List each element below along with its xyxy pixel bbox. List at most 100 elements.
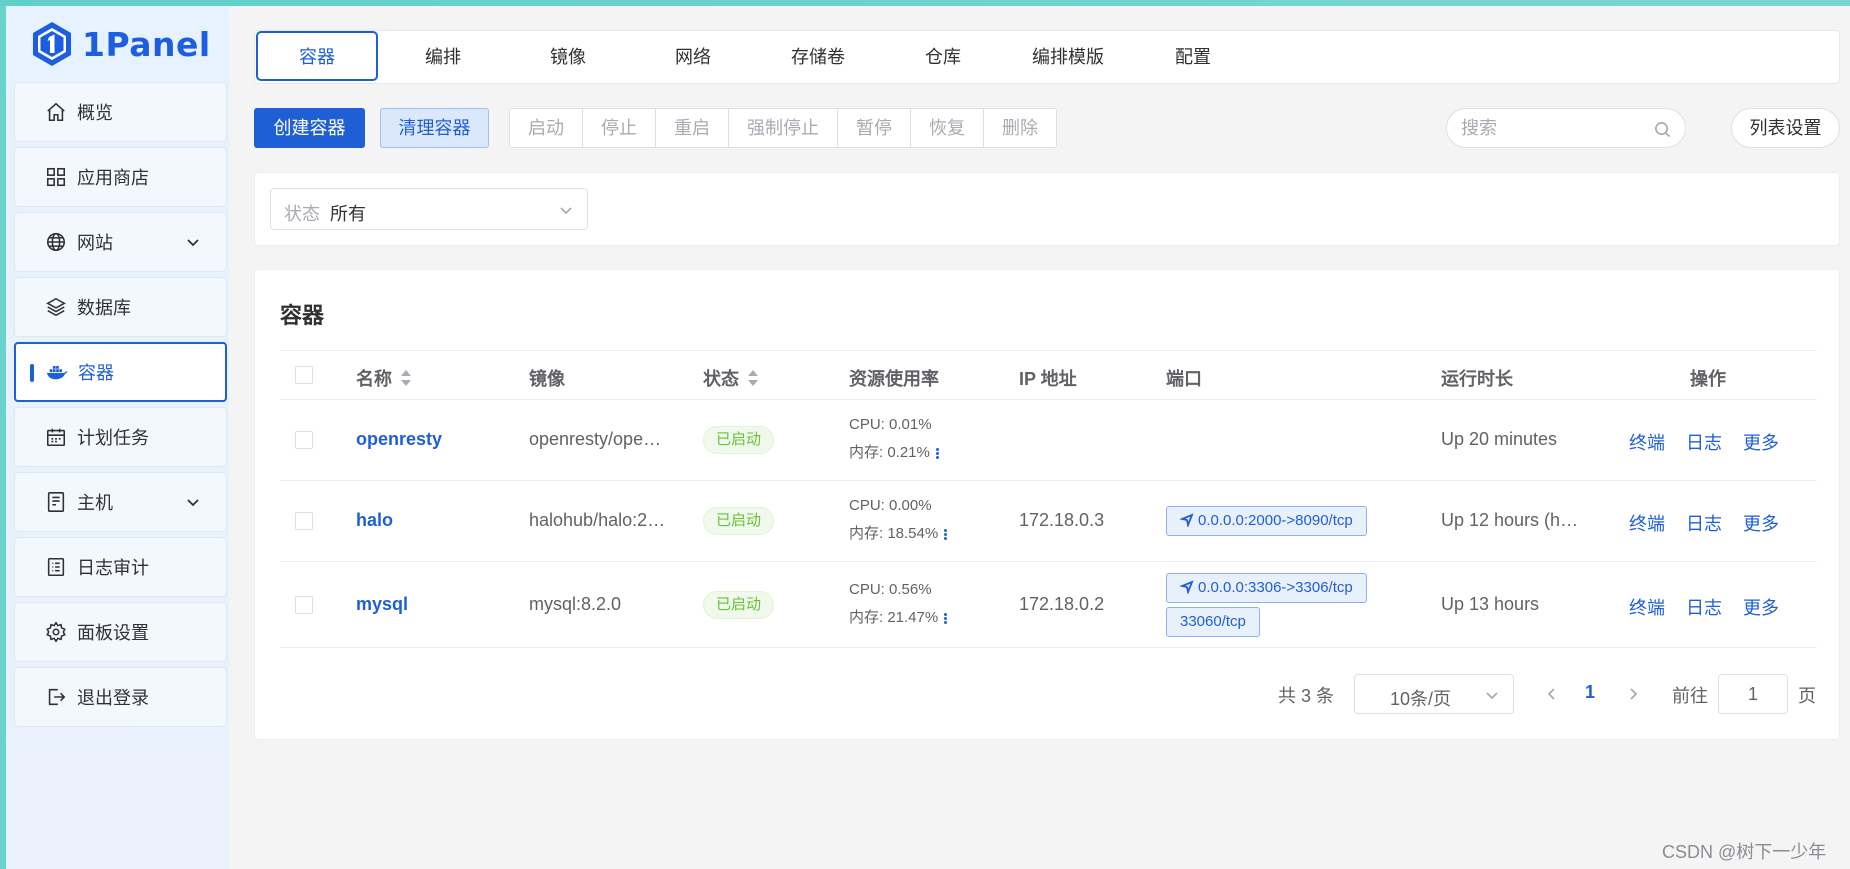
page-number-current[interactable]: 1 [1585,682,1595,703]
table-row: mysql mysql:8.2.0 已启动 CPU: 0.56% 内存: 21.… [280,562,1817,648]
table-row: halo halohub/halo:2… 已启动 CPU: 0.00% 内存: … [280,481,1817,562]
container-image: halohub/halo:2… [529,510,666,530]
sidebar-item-label: 主机 [77,493,113,513]
table-header: 名称 镜像 状态 资源使用率 IP 地址 端口 运行时长 操作 [280,350,1817,400]
select-all-checkbox[interactable] [295,366,313,384]
search-input[interactable] [1461,117,1651,139]
sort-icon[interactable] [400,369,412,387]
status-filter-select[interactable]: 状态 所有 [270,188,588,230]
cpu-usage: CPU: 0.56% [849,581,932,598]
logs-link[interactable]: 日志 [1686,594,1722,620]
column-header-label: 镜像 [529,369,565,389]
column-header-name[interactable]: 名称 [356,365,412,391]
row-checkbox[interactable] [295,596,313,614]
sidebar-item-website[interactable]: 网站 [14,212,227,272]
sidebar-item-log-audit[interactable]: 日志审计 [14,537,227,597]
more-link[interactable]: 更多 [1743,594,1779,620]
tab-volumes[interactable]: 存储卷 [757,32,879,82]
status-filter-value: 所有 [330,204,366,224]
page-size-select[interactable]: 10条/页 [1354,674,1514,714]
resource-usage: CPU: 0.56% 内存: 21.47% [849,576,948,632]
tab-compose[interactable]: 编排 [382,32,504,82]
sort-icon[interactable] [747,369,759,387]
tab-networks[interactable]: 网络 [632,32,754,82]
more-dots-icon[interactable] [935,447,940,460]
container-uptime: Up 13 hours [1441,594,1540,614]
container-name-link[interactable]: openresty [356,429,442,450]
resource-usage: CPU: 0.01% 内存: 0.21% [849,411,940,467]
home-icon [47,102,65,122]
sidebar-item-label: 计划任务 [77,428,149,448]
search-icon[interactable] [1654,121,1671,138]
terminal-link[interactable]: 终端 [1629,510,1665,536]
row-checkbox[interactable] [295,431,313,449]
stop-button[interactable]: 停止 [583,109,656,147]
container-image: openresty/ope… [529,429,662,449]
restart-button[interactable]: 重启 [656,109,729,147]
port-tag[interactable]: 0.0.0.0:3306->3306/tcp [1166,573,1367,603]
delete-button[interactable]: 删除 [984,109,1056,147]
watermark: CSDN @树下一少年 [1662,842,1827,862]
resource-usage: CPU: 0.00% 内存: 18.54% [849,492,948,548]
start-button[interactable]: 启动 [510,109,583,147]
more-dots-icon[interactable] [944,528,948,541]
force-stop-button[interactable]: 强制停止 [729,109,838,147]
cpu-usage: CPU: 0.01% [849,416,932,433]
logo[interactable]: 1Panel [28,16,211,72]
logs-link[interactable]: 日志 [1686,429,1722,455]
sidebar-item-label: 概览 [77,103,113,123]
resume-button[interactable]: 恢复 [911,109,984,147]
container-image: mysql:8.2.0 [529,594,622,614]
pause-button[interactable]: 暂停 [838,109,911,147]
sidebar-item-container[interactable]: 容器 [14,342,227,402]
pagination-goto-label: 前往 [1672,686,1708,706]
create-container-button[interactable]: 创建容器 [254,108,365,148]
tab-containers[interactable]: 容器 [256,31,378,81]
status-filter-label: 状态 [284,204,320,224]
sidebar-item-host[interactable]: 主机 [14,472,227,532]
sidebar-item-app-store[interactable]: 应用商店 [14,147,227,207]
column-header-uptime: 运行时长 [1441,365,1513,391]
column-header-label: 运行时长 [1441,369,1513,389]
list-settings-button[interactable]: 列表设置 [1731,108,1840,148]
memory-usage: 内存: 0.21% [849,444,930,461]
tab-config[interactable]: 配置 [1132,32,1254,82]
terminal-link[interactable]: 终端 [1629,594,1665,620]
column-header-image: 镜像 [529,365,565,391]
port-tag[interactable]: 33060/tcp [1166,607,1260,637]
sidebar-item-database[interactable]: 数据库 [14,277,227,337]
tab-images[interactable]: 镜像 [507,32,629,82]
docker-icon [46,366,68,380]
sidebar-item-logout[interactable]: 退出登录 [14,667,227,727]
container-uptime: Up 12 hours (h… [1441,510,1579,530]
more-link[interactable]: 更多 [1743,429,1779,455]
table-row: openresty openresty/ope… 已启动 CPU: 0.01% … [280,400,1817,481]
clean-container-button[interactable]: 清理容器 [380,108,489,148]
more-dots-icon[interactable] [944,612,948,625]
page-jump-input[interactable] [1718,674,1788,714]
chevron-right-icon[interactable] [1627,687,1639,701]
sidebar-item-cron[interactable]: 计划任务 [14,407,227,467]
chevron-left-icon[interactable] [1546,687,1558,701]
sidebar-item-panel-settings[interactable]: 面板设置 [14,602,227,662]
port-tag[interactable]: 0.0.0.0:2000->8090/tcp [1166,506,1367,536]
port-tag-label: 0.0.0.0:2000->8090/tcp [1198,512,1353,529]
tab-compose-templates[interactable]: 编排模版 [1007,32,1129,82]
calendar-icon [46,428,66,447]
sidebar-item-overview[interactable]: 概览 [14,82,227,142]
column-header-label: 名称 [356,369,392,389]
logout-icon [48,688,66,706]
pagination-page-unit: 页 [1798,686,1816,706]
more-link[interactable]: 更多 [1743,510,1779,536]
tab-repositories[interactable]: 仓库 [882,32,1004,82]
pagination-total: 共 3 条 [1278,686,1335,706]
logs-link[interactable]: 日志 [1686,510,1722,536]
container-name-link[interactable]: halo [356,510,393,531]
sidebar-item-label: 退出登录 [77,688,149,708]
logo-icon [33,22,71,66]
row-checkbox[interactable] [295,512,313,530]
terminal-link[interactable]: 终端 [1629,429,1665,455]
container-tabs: 容器 编排 镜像 网络 存储卷 仓库 编排模版 配置 [254,30,1840,84]
column-header-status[interactable]: 状态 [703,365,759,391]
container-name-link[interactable]: mysql [356,594,408,615]
